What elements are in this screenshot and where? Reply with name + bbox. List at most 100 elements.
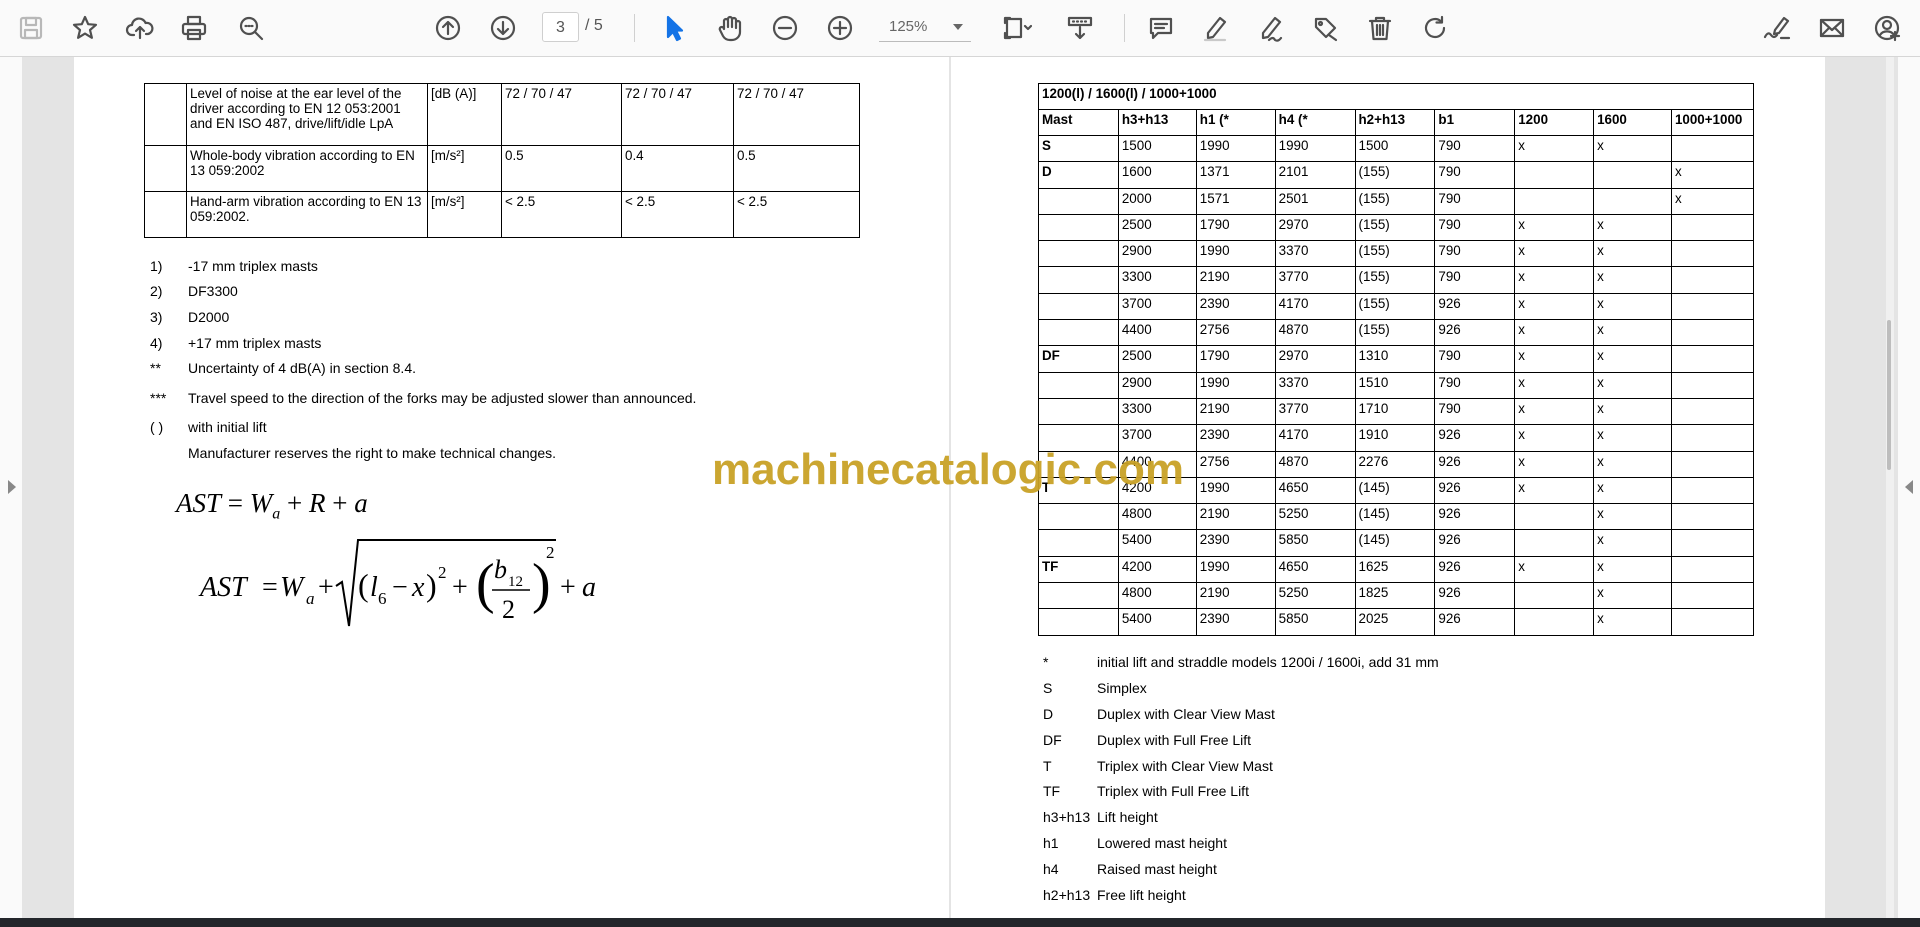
table-cell: 2390 (1195, 424, 1276, 452)
table-cell (1670, 503, 1755, 531)
vertical-scrollbar[interactable] (1886, 57, 1894, 918)
footnote-text: with initial lift (188, 419, 267, 435)
share-user-button[interactable] (1868, 9, 1906, 47)
page-fit-button[interactable] (992, 9, 1042, 47)
bookmark-button[interactable] (66, 9, 104, 47)
table-cell (1670, 266, 1755, 294)
column-header: h1 (* (1195, 109, 1276, 136)
table-cell: 3370 (1274, 240, 1356, 268)
table-cell: 1310 (1354, 345, 1436, 373)
fill-sign-button[interactable] (1758, 9, 1796, 47)
svg-text:+: + (452, 572, 468, 603)
plus-circle-icon (827, 15, 853, 41)
table-row: D 1600 1371 2101 (155) 790 x (1038, 161, 1755, 189)
table-cell: 926 (1434, 450, 1516, 478)
table-cell: 0.4 (621, 145, 734, 192)
table-cell: 790 (1434, 161, 1516, 189)
rotate-button[interactable] (1416, 9, 1454, 47)
save-button[interactable] (12, 9, 50, 47)
table-cell: x (1593, 345, 1672, 373)
scroll-mode-button[interactable] (1061, 9, 1099, 47)
column-header: 1200 (1514, 109, 1595, 136)
find-button[interactable] (232, 9, 270, 47)
stamp-button[interactable] (1306, 9, 1344, 47)
table-cell: 4200 (1117, 555, 1197, 584)
table-title-row: 1200(l) / 1600(l) / 1000+1000 (1038, 83, 1754, 110)
table-cell: (155) (1354, 161, 1436, 189)
hand-icon (718, 15, 742, 42)
table-cell: Whole-body vibration according to EN 13 … (186, 145, 428, 192)
table-cell: x (1593, 582, 1672, 610)
left-panel-toggle[interactable] (0, 57, 22, 918)
select-tool-button[interactable] (655, 9, 693, 47)
table-cell: x (1670, 161, 1755, 189)
table-row: 2500 1790 2970 (155) 790 x x (1038, 213, 1755, 242)
previous-page-button[interactable] (429, 9, 467, 47)
right-panel-toggle[interactable] (1898, 57, 1920, 918)
table-cell: x (1593, 397, 1672, 426)
table-cell: 926 (1434, 292, 1516, 321)
sign-pen-icon (1763, 16, 1791, 40)
scrollbar-thumb[interactable] (1887, 320, 1891, 470)
table-cell: 1625 (1354, 555, 1436, 584)
table-row: Hand-arm vibration according to EN 13 05… (144, 191, 860, 238)
table-cell: 926 (1434, 582, 1516, 610)
table-cell: x (1593, 134, 1672, 163)
table-cell (144, 191, 187, 238)
delete-button[interactable] (1361, 9, 1399, 47)
svg-text:a: a (582, 572, 596, 603)
zoom-level-dropdown[interactable]: 125% (879, 12, 971, 42)
legend-key: * (1043, 654, 1049, 670)
table-cell: x (1514, 292, 1595, 321)
legend-key: h3+h13 (1043, 809, 1091, 825)
footnote-key: *** (150, 390, 167, 406)
pen-draw-icon (1261, 16, 1283, 42)
zoom-in-button[interactable] (821, 9, 859, 47)
svg-text:b: b (494, 555, 507, 584)
table-cell: 926 (1434, 608, 1516, 636)
table-cell: x (1514, 319, 1595, 347)
table-cell: [dB (A)] (427, 83, 502, 146)
table-cell: 4870 (1274, 319, 1356, 347)
print-button[interactable] (175, 9, 213, 47)
table-cell: 1990 (1274, 134, 1356, 163)
table-cell: x (1593, 608, 1672, 636)
svg-text:2: 2 (438, 563, 447, 582)
column-header: h4 (* (1274, 109, 1356, 136)
next-page-button[interactable] (484, 9, 522, 47)
draw-button[interactable] (1251, 9, 1289, 47)
zoom-out-button[interactable] (766, 9, 804, 47)
highlight-button[interactable] (1196, 9, 1234, 47)
table-cell (1670, 292, 1755, 321)
formula-ast-sqrt: AST = W a + ( l 6 − x ) 2 + ( b 12 2 ) 2… (198, 539, 596, 627)
email-button[interactable] (1813, 9, 1851, 47)
table-cell: x (1593, 292, 1672, 321)
table-cell: 926 (1434, 503, 1516, 531)
page-number-input[interactable]: 3 (542, 12, 579, 42)
table-row: Level of noise at the ear level of the d… (144, 83, 860, 146)
hand-tool-button[interactable] (711, 9, 749, 47)
table-cell: x (1593, 476, 1672, 505)
rotate-clockwise-icon (1424, 15, 1446, 39)
svg-text:6: 6 (378, 589, 387, 608)
table-cell: x (1514, 371, 1595, 399)
comment-button[interactable] (1142, 9, 1180, 47)
table-cell (1670, 134, 1755, 163)
table-cell: 1371 (1195, 161, 1276, 189)
table-cell: 3770 (1274, 397, 1356, 426)
legend-text: Raised mast height (1097, 861, 1217, 877)
table-cell (1670, 319, 1755, 347)
chevron-down-icon (953, 24, 963, 30)
upload-button[interactable] (121, 9, 159, 47)
page-total: / 5 (585, 17, 603, 34)
table-row: 2000 1571 2501 (155) 790 x (1038, 187, 1755, 215)
table-cell: (155) (1354, 187, 1436, 215)
footnote-text: DF3300 (188, 283, 238, 299)
mast-type-cell (1038, 187, 1119, 215)
table-cell: 1600 (1117, 161, 1197, 189)
mast-type-cell (1038, 503, 1119, 531)
table-cell: x (1514, 397, 1595, 426)
svg-text:a: a (306, 589, 315, 608)
footnote-text: -17 mm triplex masts (188, 258, 318, 274)
legend-key: DF (1043, 732, 1062, 748)
